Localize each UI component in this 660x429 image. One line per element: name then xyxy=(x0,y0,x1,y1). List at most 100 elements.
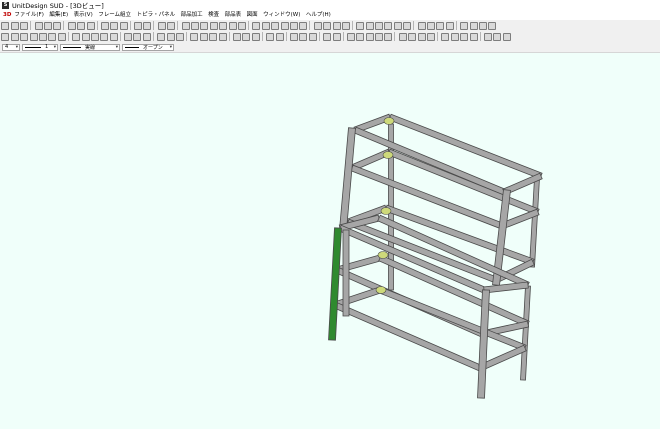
toolbar1-tool-icon[interactable] xyxy=(143,21,152,30)
toolbar2-tool-icon[interactable] xyxy=(251,32,260,41)
toolbar1-tool-icon[interactable] xyxy=(43,21,52,30)
menu-parts-list[interactable]: 部品表 xyxy=(225,10,242,20)
menu-view[interactable]: 表示(V) xyxy=(74,10,93,20)
corner-bracket[interactable] xyxy=(382,151,394,159)
toolbar1-tool-icon[interactable] xyxy=(53,21,62,30)
toolbar1-tool-icon[interactable] xyxy=(228,21,237,30)
frame-member[interactable] xyxy=(529,177,540,268)
toolbar2-tool-icon[interactable] xyxy=(275,32,284,41)
frame-member[interactable] xyxy=(378,286,527,352)
toolbar2-tool-icon[interactable] xyxy=(166,32,175,41)
toolbar1-tool-icon[interactable] xyxy=(157,21,166,30)
toolbar1-tool-icon[interactable] xyxy=(100,21,109,30)
toolbar2-tool-icon[interactable] xyxy=(218,32,227,41)
toolbar1-tool-icon[interactable] xyxy=(20,21,29,30)
toolbar1-tool-icon[interactable] xyxy=(289,21,298,30)
toolbar2-tool-icon[interactable] xyxy=(133,32,142,41)
toolbar2-tool-icon[interactable] xyxy=(157,32,166,41)
toolbar2-tool-icon[interactable] xyxy=(57,32,66,41)
corner-bracket[interactable] xyxy=(377,251,389,259)
toolbar1-tool-icon[interactable] xyxy=(181,21,190,30)
toolbar1-tool-icon[interactable] xyxy=(313,21,322,30)
toolbar1-tool-icon[interactable] xyxy=(323,21,332,30)
toolbar2-tool-icon[interactable] xyxy=(81,32,90,41)
toolbar2-tool-icon[interactable] xyxy=(469,32,478,41)
toolbar1-tool-icon[interactable] xyxy=(271,21,280,30)
toolbar2-tool-icon[interactable] xyxy=(398,32,407,41)
menu-drawing[interactable]: 図面 xyxy=(247,10,258,20)
menu-frame-assembly[interactable]: フレーム組立 xyxy=(98,10,131,20)
toolbar2-tool-icon[interactable] xyxy=(1,32,10,41)
toolbar2-tool-icon[interactable] xyxy=(427,32,436,41)
frame-member[interactable] xyxy=(387,148,540,216)
toolbar2-tool-icon[interactable] xyxy=(332,32,341,41)
toolbar1-tool-icon[interactable] xyxy=(167,21,176,30)
toolbar1-tool-icon[interactable] xyxy=(110,21,119,30)
color-select[interactable]: 4 ▾ xyxy=(2,43,20,51)
toolbar1-tool-icon[interactable] xyxy=(261,21,270,30)
toolbar1-tool-icon[interactable] xyxy=(299,21,308,30)
corner-bracket[interactable] xyxy=(383,117,395,125)
toolbar2-tool-icon[interactable] xyxy=(346,32,355,41)
toolbar1-tool-icon[interactable] xyxy=(77,21,86,30)
toolbar1-tool-icon[interactable] xyxy=(393,21,402,30)
toolbar2-tool-icon[interactable] xyxy=(109,32,118,41)
toolbar1-tool-icon[interactable] xyxy=(209,21,218,30)
highlighted-post[interactable] xyxy=(328,227,342,341)
toolbar1-tool-icon[interactable] xyxy=(341,21,350,30)
menu-window[interactable]: ウィンドウ(W) xyxy=(263,10,300,20)
toolbar1-tool-icon[interactable] xyxy=(10,21,19,30)
line-style-select[interactable]: 実線 ▾ xyxy=(60,43,120,51)
toolbar2-tool-icon[interactable] xyxy=(502,32,511,41)
menu-door-panel[interactable]: トピラ・パネル xyxy=(137,10,176,20)
frame-member[interactable] xyxy=(388,113,543,180)
toolbar2-tool-icon[interactable] xyxy=(308,32,317,41)
menu-inspection[interactable]: 検査 xyxy=(208,10,219,20)
toolbar1-tool-icon[interactable] xyxy=(365,21,374,30)
toolbar2-tool-icon[interactable] xyxy=(441,32,450,41)
toolbar2-tool-icon[interactable] xyxy=(375,32,384,41)
toolbar1-tool-icon[interactable] xyxy=(280,21,289,30)
toolbar2-tool-icon[interactable] xyxy=(384,32,393,41)
toolbar2-tool-icon[interactable] xyxy=(323,32,332,41)
toolbar1-tool-icon[interactable] xyxy=(384,21,393,30)
toolbar2-tool-icon[interactable] xyxy=(483,32,492,41)
toolbar1-tool-icon[interactable] xyxy=(356,21,365,30)
toolbar1-tool-icon[interactable] xyxy=(1,21,10,30)
menu-help[interactable]: ヘルプ(H) xyxy=(306,10,331,20)
toolbar2-tool-icon[interactable] xyxy=(289,32,298,41)
toolbar1-tool-icon[interactable] xyxy=(445,21,454,30)
frame-member[interactable] xyxy=(483,281,529,294)
toolbar1-tool-icon[interactable] xyxy=(469,21,478,30)
document-icon[interactable]: 3D xyxy=(3,12,11,18)
toolbar2-tool-icon[interactable] xyxy=(48,32,57,41)
toolbar2-tool-icon[interactable] xyxy=(29,32,38,41)
toolbar2-tool-icon[interactable] xyxy=(450,32,459,41)
menu-edit[interactable]: 編集(E) xyxy=(49,10,68,20)
toolbar1-tool-icon[interactable] xyxy=(375,21,384,30)
toolbar1-tool-icon[interactable] xyxy=(460,21,469,30)
toolbar1-tool-icon[interactable] xyxy=(219,21,228,30)
toolbar1-tool-icon[interactable] xyxy=(86,21,95,30)
toolbar1-tool-icon[interactable] xyxy=(252,21,261,30)
toolbar1-tool-icon[interactable] xyxy=(134,21,143,30)
frame-model[interactable] xyxy=(0,53,660,429)
toolbar2-tool-icon[interactable] xyxy=(365,32,374,41)
corner-bracket[interactable] xyxy=(380,207,392,215)
toolbar2-tool-icon[interactable] xyxy=(72,32,81,41)
toolbar1-tool-icon[interactable] xyxy=(436,21,445,30)
frame-member[interactable] xyxy=(339,127,356,231)
toolbar2-tool-icon[interactable] xyxy=(100,32,109,41)
line-weight-select[interactable]: 1 ▾ xyxy=(22,43,58,51)
toolbar2-tool-icon[interactable] xyxy=(20,32,29,41)
toolbar1-tool-icon[interactable] xyxy=(119,21,128,30)
frame-member[interactable] xyxy=(333,301,482,372)
toolbar2-tool-icon[interactable] xyxy=(190,32,199,41)
end-style-select[interactable]: オープン ▾ xyxy=(122,43,174,51)
frame-member[interactable] xyxy=(342,229,350,317)
toolbar2-tool-icon[interactable] xyxy=(266,32,275,41)
toolbar1-tool-icon[interactable] xyxy=(191,21,200,30)
toolbar2-tool-icon[interactable] xyxy=(38,32,47,41)
frame-member[interactable] xyxy=(477,289,490,399)
toolbar2-tool-icon[interactable] xyxy=(417,32,426,41)
